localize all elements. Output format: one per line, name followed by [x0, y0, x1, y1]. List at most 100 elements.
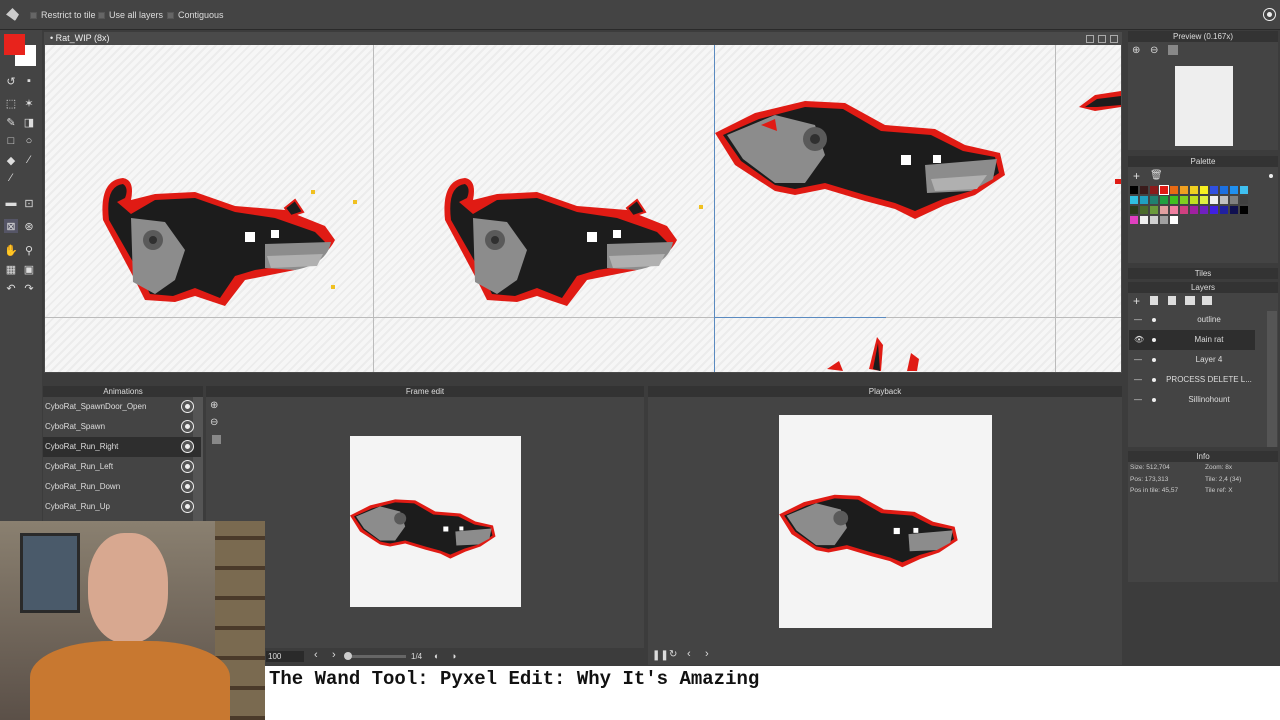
minimize-window-button[interactable] — [1086, 35, 1094, 43]
move-tool-icon[interactable]: ⊠ — [4, 219, 18, 233]
swap-colors-icon[interactable]: ↺ — [4, 74, 18, 88]
animation-item[interactable]: CyboRat_Run_Down — [43, 477, 201, 497]
palette-swatch[interactable] — [1160, 216, 1168, 224]
palette-swatch[interactable] — [1220, 206, 1228, 214]
animation-item[interactable]: CyboRat_SpawnDoor_Open — [43, 397, 201, 417]
primary-color-swatch[interactable] — [4, 34, 25, 55]
preview-thumbnail[interactable] — [1175, 66, 1233, 146]
palette-swatch[interactable] — [1210, 196, 1218, 204]
redo-icon[interactable]: ↷ — [22, 281, 36, 295]
layer-group-icon[interactable] — [1202, 296, 1212, 305]
layer-row[interactable]: — Sillinohount — [1129, 390, 1255, 410]
grid-toggle-icon[interactable]: ▦ — [4, 262, 18, 276]
palette-swatch[interactable] — [1240, 196, 1248, 204]
onion-skin-prev-icon[interactable]: ◐ — [434, 651, 439, 661]
add-color-icon[interactable]: + — [1133, 169, 1140, 183]
palette-swatch[interactable] — [1160, 196, 1168, 204]
undo-icon[interactable]: ↶ — [4, 281, 18, 295]
layers-scrollbar[interactable] — [1267, 311, 1277, 447]
loop-icon[interactable]: ↻ — [669, 649, 677, 660]
animation-settings-gear-icon[interactable] — [182, 461, 193, 472]
dither-tool-icon[interactable]: ⁄ — [4, 171, 18, 185]
layer-settings-gear-icon[interactable] — [1149, 315, 1159, 325]
restrict-to-tile-checkbox[interactable] — [30, 11, 37, 19]
contiguous-checkbox[interactable] — [167, 11, 174, 19]
palette-swatch[interactable] — [1200, 186, 1208, 194]
ellipse-tool-icon[interactable]: ○ — [22, 134, 36, 148]
hand-tool-icon[interactable]: ✋ — [4, 243, 18, 257]
animation-settings-gear-icon[interactable] — [182, 501, 193, 512]
palette-swatch[interactable] — [1230, 196, 1238, 204]
tile-select-icon[interactable]: ⊡ — [22, 196, 36, 210]
visibility-hidden-icon[interactable]: — — [1134, 370, 1142, 390]
frame-scrubber-track[interactable] — [346, 655, 406, 658]
palette-swatch[interactable] — [1180, 196, 1188, 204]
frame-edit-canvas[interactable] — [350, 436, 521, 607]
layer-settings-gear-icon[interactable] — [1149, 395, 1159, 405]
contiguous-option[interactable]: Contiguous — [167, 10, 224, 20]
duplicate-layer-icon[interactable] — [1168, 296, 1176, 305]
app-logo-icon[interactable] — [6, 8, 19, 21]
eraser-icon[interactable]: ◨ — [22, 115, 36, 129]
visibility-hidden-icon[interactable]: — — [1134, 310, 1142, 330]
restrict-to-tile-option[interactable]: Restrict to tile — [30, 10, 96, 20]
close-window-button[interactable] — [1110, 35, 1118, 43]
selection-tool-icon[interactable]: ⬚ — [4, 96, 18, 110]
palette-swatch[interactable] — [1150, 186, 1158, 194]
layer-row[interactable]: — PROCESS DELETE L... — [1129, 370, 1255, 390]
frame-toggle-icon[interactable]: ▣ — [22, 262, 36, 276]
palette-swatch[interactable] — [1210, 186, 1218, 194]
palette-swatch[interactable] — [1140, 186, 1148, 194]
visibility-eye-icon[interactable]: 👁 — [1134, 330, 1144, 350]
palette-swatch[interactable] — [1220, 186, 1228, 194]
palette-swatch[interactable] — [1140, 216, 1148, 224]
visibility-hidden-icon[interactable]: — — [1134, 390, 1142, 410]
palette-swatch[interactable] — [1190, 196, 1198, 204]
playback-prev-icon[interactable]: ‹ — [687, 648, 691, 660]
next-frame-icon[interactable]: › — [332, 649, 336, 661]
palette-swatch[interactable] — [1190, 186, 1198, 194]
animation-item[interactable]: CyboRat_Run_Up — [43, 497, 201, 517]
palette-swatch[interactable] — [1220, 196, 1228, 204]
delete-color-icon[interactable]: 🗑 — [1150, 170, 1163, 181]
frame-fit-icon[interactable] — [212, 435, 221, 444]
onion-skin-next-icon[interactable]: ◑ — [451, 651, 456, 661]
palette-swatch[interactable] — [1200, 206, 1208, 214]
palette-settings-gear-icon[interactable] — [1266, 171, 1276, 181]
palette-swatch[interactable] — [1150, 206, 1158, 214]
frame-zoom-in-icon[interactable]: ⊕ — [210, 400, 218, 411]
palette-swatch[interactable] — [1150, 216, 1158, 224]
delete-layer-icon[interactable] — [1150, 296, 1158, 305]
palette-swatch[interactable] — [1170, 206, 1178, 214]
fill-bucket-icon[interactable]: ◆ — [4, 153, 18, 167]
palette-swatch[interactable] — [1130, 186, 1138, 194]
palette-swatch[interactable] — [1240, 206, 1248, 214]
add-layer-icon[interactable]: + — [1133, 294, 1140, 308]
frame-speed-input[interactable]: 100 — [266, 651, 304, 662]
palette-swatch[interactable] — [1180, 206, 1188, 214]
reset-colors-icon[interactable]: ▪ — [22, 74, 36, 88]
previous-frame-icon[interactable]: ‹ — [314, 649, 318, 661]
layer-settings-gear-icon[interactable] — [1149, 375, 1159, 385]
animation-item[interactable]: CyboRat_Run_Left — [43, 457, 201, 477]
layer-row[interactable]: — Layer 4 — [1129, 350, 1255, 370]
frame-scrubber-handle[interactable] — [344, 652, 352, 660]
merge-layer-icon[interactable] — [1185, 296, 1195, 305]
use-all-layers-checkbox[interactable] — [98, 11, 105, 19]
animation-item-selected[interactable]: CyboRat_Run_Right — [43, 437, 201, 457]
use-all-layers-option[interactable]: Use all layers — [98, 10, 163, 20]
palette-swatch[interactable] — [1150, 196, 1158, 204]
palette-swatch[interactable] — [1240, 186, 1248, 194]
rectangle-tool-icon[interactable]: □ — [4, 134, 18, 148]
frame-zoom-out-icon[interactable]: ⊖ — [210, 417, 218, 428]
palette-swatch[interactable] — [1210, 206, 1218, 214]
palette-swatch[interactable] — [1130, 216, 1138, 224]
layer-settings-gear-icon[interactable] — [1149, 355, 1159, 365]
palette-swatch[interactable] — [1230, 206, 1238, 214]
animation-item[interactable]: CyboRat_Spawn — [43, 417, 201, 437]
palette-swatch[interactable] — [1130, 196, 1138, 204]
magic-wand-icon[interactable]: ✶ — [22, 96, 36, 110]
color-picker-icon[interactable]: ⁄ — [22, 153, 36, 167]
playback-next-icon[interactable]: › — [705, 648, 709, 660]
layer-settings-gear-icon[interactable] — [1149, 335, 1159, 345]
